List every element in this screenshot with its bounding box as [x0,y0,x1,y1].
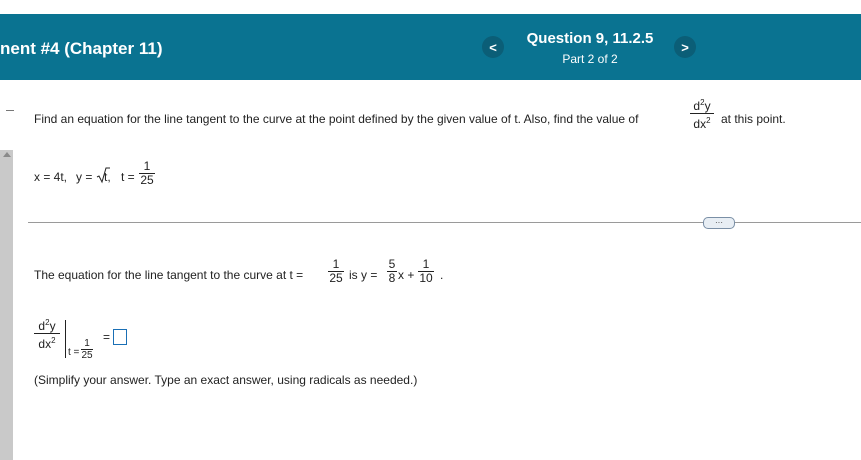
header-bar: nent #4 (Chapter 11) < Question 9, 11.2.… [0,14,861,80]
given-x-equation: x = 4t, [34,170,68,184]
d2y-y: y [704,99,711,113]
given-t-label: t = [121,170,135,184]
given-y-label: y = [76,170,93,184]
dx2-dx: dx [693,117,707,131]
evaluation-t-fraction: 1 25 [81,338,93,361]
given-t-denominator: 25 [140,173,154,187]
tangent-line-prefix: The equation for the line tangent to the… [34,268,304,282]
x-plus-label: x + [398,268,415,282]
given-t-numerator: 1 [143,159,151,173]
scroll-up-arrow-icon[interactable] [3,152,11,157]
answer-hint: (Simplify your answer. Type an exact ans… [34,373,418,387]
intercept-denominator: 10 [419,271,433,285]
section-divider [28,222,861,223]
next-question-button[interactable]: > [674,36,696,58]
more-options-button[interactable]: ··· [703,217,735,229]
question-prompt: Find an equation for the line tangent to… [34,112,639,126]
equals-sign: = [103,330,111,344]
slope-denominator: 8 [388,271,396,285]
evaluation-bar [65,320,66,358]
evaluation-t-numerator: 1 [84,338,90,349]
second-derivative-fraction: d2y dx2 [34,316,60,351]
slope-fraction: 5 8 [387,258,397,285]
question-title: Question 9, 11.2.5 [526,30,654,47]
assignment-title: nent #4 (Chapter 11) [0,39,163,58]
question-prompt-end: at this point. [721,112,786,126]
d2y-y: y [49,319,56,333]
rail-tick [6,110,14,111]
answer-input[interactable] [113,329,127,345]
left-scrollbar[interactable] [0,150,13,460]
is-y-label: is y = [349,268,378,282]
intercept-numerator: 1 [422,257,430,271]
evaluation-t-denominator: 25 [81,350,93,361]
d2y-dx2-prompt-fraction: d2y dx2 [690,96,714,131]
question-part: Part 2 of 2 [562,52,618,66]
previous-question-button[interactable]: < [482,36,504,58]
evaluation-t-label: t = [68,347,80,358]
dx2-exponent: 2 [51,336,56,345]
given-y-radicand: t, [104,170,111,184]
dx2-exponent: 2 [706,116,711,125]
part1-t-numerator: 1 [332,257,340,271]
slope-numerator: 5 [388,257,396,271]
intercept-fraction: 1 10 [418,258,434,285]
part1-t-denominator: 25 [329,271,343,285]
given-t-fraction: 1 25 [139,160,155,187]
tangent-line-period: . [440,268,444,282]
dx2-dx: dx [38,337,52,351]
part1-t-fraction: 1 25 [328,258,344,285]
